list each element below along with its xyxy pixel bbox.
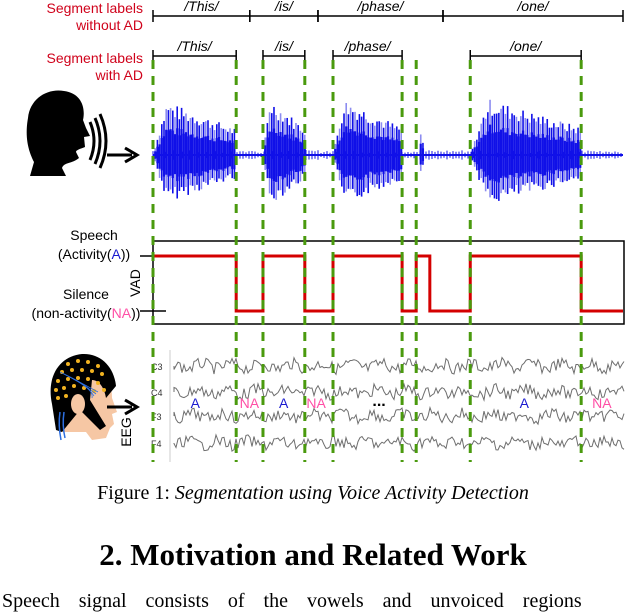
electrode-dot <box>96 364 100 368</box>
activity-symbol: A <box>111 246 121 262</box>
speech-label-text: Speech <box>70 227 118 243</box>
electrode-dot <box>66 377 70 381</box>
electrode-dot <box>62 386 66 390</box>
eeg-trace <box>173 433 625 452</box>
activity-label-suffix: )) <box>120 246 131 262</box>
segment-label: /This/ <box>183 0 220 14</box>
electrode-dot <box>56 396 60 400</box>
vad-signal-line <box>153 254 623 313</box>
arrow-icon <box>107 146 140 164</box>
speech-waveform <box>152 99 623 201</box>
electrode-dot <box>100 372 104 376</box>
section-heading: 2. Motivation and Related Work <box>99 537 527 572</box>
eeg-annotation-nonactivity: NA <box>240 395 260 411</box>
electrode-dot <box>80 368 84 372</box>
electrode-dot <box>90 369 94 373</box>
electrode-dot <box>64 394 68 398</box>
eeg-plot: C3C4F3F4A NA A NA... A NA <box>151 350 625 462</box>
activity-label-prefix: (Activity( <box>57 246 112 262</box>
segment-label: /one/ <box>516 0 550 14</box>
nonactivity-label: (non-activity(NA)) <box>6 304 166 323</box>
segments-with-ad: /This/ /is/ /phase/ /one/ <box>152 38 582 62</box>
electrode-dot <box>66 362 70 366</box>
eeg-head-icon <box>50 353 117 441</box>
electrode-dot <box>54 388 58 392</box>
nonactivity-label-prefix: (non-activity( <box>31 305 112 321</box>
nonactivity-symbol: NA <box>111 305 132 321</box>
segment-label: /one/ <box>509 38 543 54</box>
eeg-annotation-nonactivity: NA <box>592 395 612 411</box>
electrode-dot <box>56 379 60 383</box>
electrode-dot <box>86 377 90 381</box>
caption-title: Segmentation using Voice Activity Detect… <box>174 482 529 504</box>
vad-plot <box>140 240 625 325</box>
activity-label: (Activity(A)) <box>30 245 158 264</box>
caption-prefix: Figure 1: <box>97 482 175 504</box>
segment-label: /This/ <box>176 38 213 54</box>
speaking-head-icon <box>26 90 108 176</box>
eeg-annotation-ellipsis: ... <box>372 393 385 410</box>
electrode-dot <box>102 388 106 392</box>
body-text-fragment: Speech signal consists of the vowels and… <box>2 590 582 612</box>
electrode-dot <box>76 376 80 380</box>
speech-label: Speech (Activity(A)) <box>30 226 158 264</box>
eeg-annotation-nonactivity: NA <box>306 395 326 411</box>
segment-label: /is/ <box>274 0 295 14</box>
nonactivity-label-suffix: )) <box>131 305 141 321</box>
eeg-annotation-activity: A <box>520 395 530 411</box>
vad-frame <box>152 240 625 325</box>
eeg-trace <box>173 356 625 376</box>
eeg-annotation-activity: A <box>191 395 201 411</box>
electrode-dot <box>70 368 74 372</box>
segment-label: /is/ <box>274 38 295 54</box>
segments-without-ad: /This/ /is/ /phase/ /one/ <box>152 0 624 22</box>
eeg-annotation-activity: A <box>279 395 289 411</box>
silence-label-text: Silence <box>63 286 109 302</box>
figure-caption: Figure 1: Segmentation using Voice Activ… <box>0 482 626 505</box>
eeg-axis-label: EEG <box>118 417 134 447</box>
silence-label: Silence (non-activity(NA)) <box>6 285 166 323</box>
electrode-dot <box>86 360 90 364</box>
segment-label: /phase/ <box>344 38 393 54</box>
electrode-dot <box>96 381 100 385</box>
electrode-dot <box>76 359 80 363</box>
segment-label: /phase/ <box>357 0 406 14</box>
electrode-dot <box>72 384 76 388</box>
